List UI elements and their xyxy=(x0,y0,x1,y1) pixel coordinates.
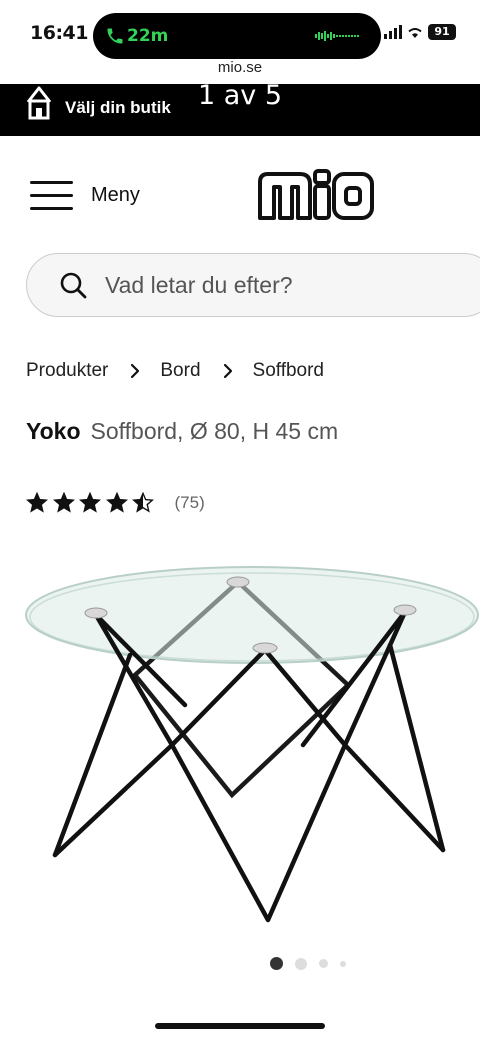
carousel-dot[interactable] xyxy=(295,957,307,970)
star-icon xyxy=(79,492,101,513)
site-header: Meny mio xyxy=(0,136,480,251)
star-icon xyxy=(52,492,75,513)
search-icon xyxy=(60,272,87,299)
review-count: (75) xyxy=(174,493,205,512)
status-bar: 16:41 22m 91 mio.se xyxy=(0,0,480,76)
star-icon xyxy=(105,492,128,513)
store-selector-bar[interactable]: Välj din butik 1 av 5 xyxy=(0,80,480,136)
store-icon xyxy=(26,86,52,120)
star-icon xyxy=(132,492,154,513)
product-rating[interactable]: (75) xyxy=(26,492,205,514)
product-image[interactable] xyxy=(0,555,480,940)
product-description: Soffbord, Ø 80, H 45 cm xyxy=(90,418,339,444)
breadcrumb-item-bord[interactable]: Bord xyxy=(160,360,200,382)
phone-icon xyxy=(107,28,123,44)
dynamic-island[interactable]: 22m xyxy=(93,13,381,59)
search-placeholder: Vad letar du efter? xyxy=(105,271,293,298)
mio-logo[interactable]: mio xyxy=(257,168,375,222)
carousel-dot[interactable] xyxy=(340,960,346,967)
hamburger-icon xyxy=(30,180,73,210)
carousel-dot[interactable] xyxy=(270,957,283,970)
star-icon xyxy=(26,492,48,513)
carousel-dots xyxy=(270,957,358,970)
status-time: 16:41 xyxy=(30,22,88,44)
breadcrumb-item-produkter[interactable]: Produkter xyxy=(26,360,108,382)
carousel-dot[interactable] xyxy=(319,959,328,968)
menu-button[interactable]: Meny xyxy=(30,178,170,212)
menu-label: Meny xyxy=(91,183,140,206)
rating-stars xyxy=(26,492,159,514)
status-indicators: 91 xyxy=(384,22,456,42)
signal-icon xyxy=(384,25,402,39)
chevron-right-icon xyxy=(223,363,232,379)
home-indicator[interactable] xyxy=(155,1023,325,1029)
audio-waveform-icon xyxy=(315,31,359,41)
breadcrumb-item-soffbord[interactable]: Soffbord xyxy=(253,360,324,382)
image-slide-counter: 1 av 5 xyxy=(198,80,283,111)
chevron-right-icon xyxy=(131,363,140,379)
store-selector-label: Välj din butik xyxy=(65,98,171,117)
breadcrumb: Produkter Bord Soffbord xyxy=(26,360,324,382)
url-label[interactable]: mio.se xyxy=(0,59,480,76)
wifi-icon xyxy=(408,28,422,38)
battery-indicator: 91 xyxy=(428,24,456,40)
product-title: Yoko Soffbord, Ø 80, H 45 cm xyxy=(26,418,338,445)
product-name: Yoko xyxy=(26,418,81,444)
call-duration: 22m xyxy=(127,26,169,46)
search-input[interactable]: Vad letar du efter? xyxy=(26,253,480,317)
